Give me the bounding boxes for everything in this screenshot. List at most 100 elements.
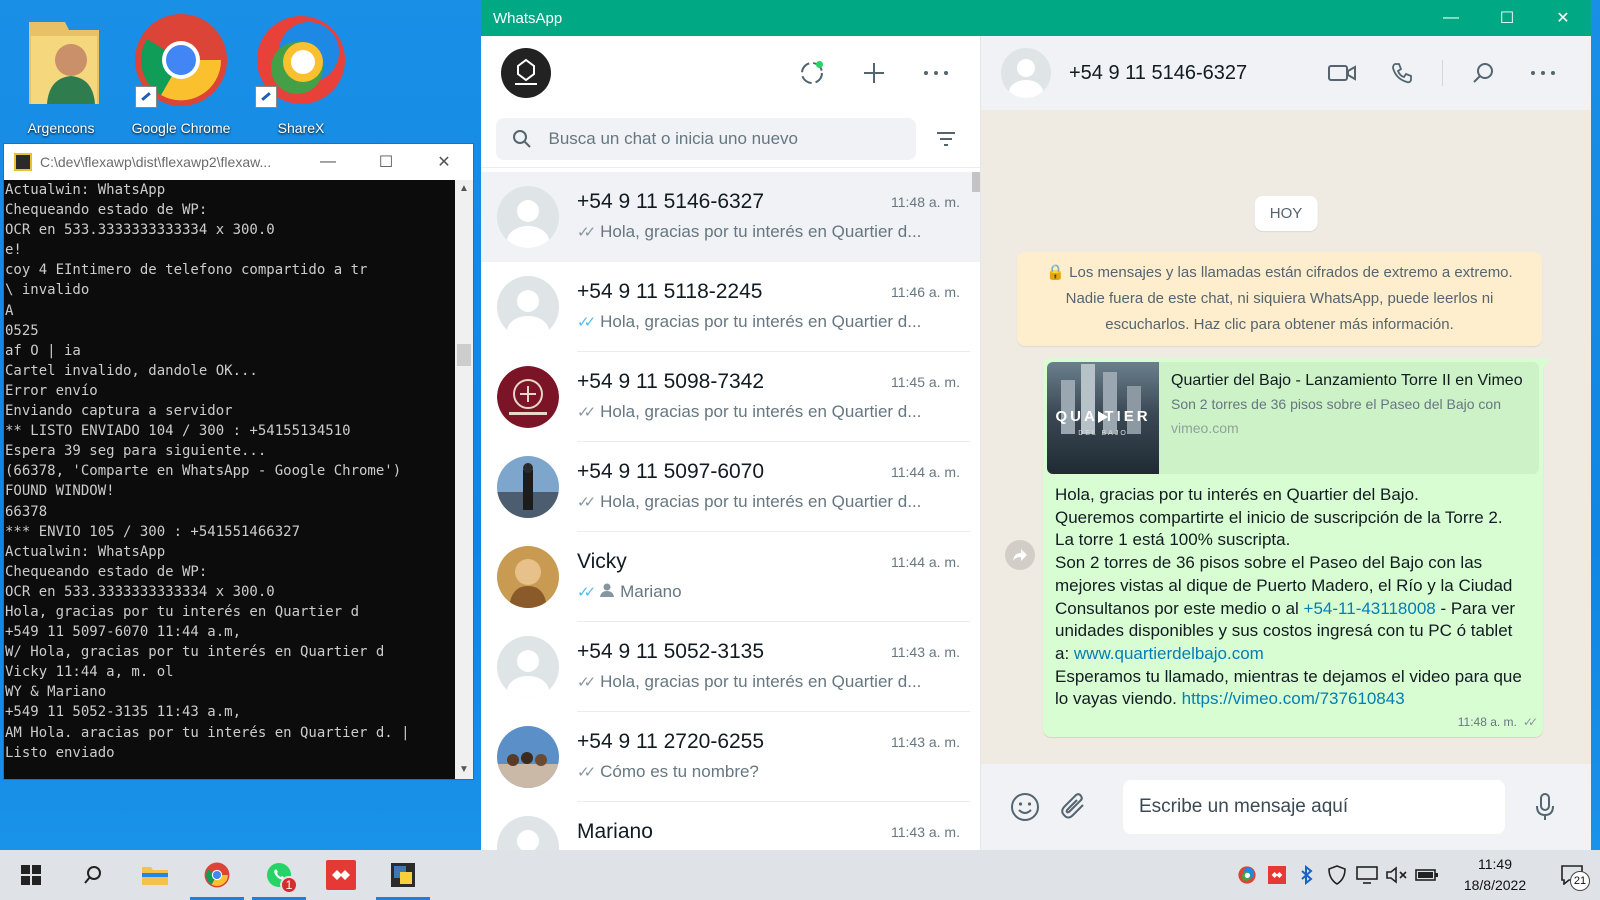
minimize-button[interactable]: —	[299, 144, 357, 180]
chat-name: Vicky	[577, 550, 627, 573]
chat-list-item[interactable]: +54 9 11 5097-6070 11:44 a. m. ✓✓ Hola, gra…	[481, 442, 980, 532]
security-shield-icon[interactable]	[1322, 865, 1352, 885]
tray-chrome-icon[interactable]	[1232, 866, 1262, 884]
chat-time: 11:43 a. m.	[890, 644, 960, 660]
message-area[interactable]: HOY 🔒 Los mensajes y las llamadas están …	[981, 110, 1591, 764]
chat-list-item[interactable]: +54 9 11 2720-6255 11:43 a. m. ✓✓ Cómo es t…	[481, 712, 980, 802]
microphone-icon[interactable]	[1525, 787, 1565, 827]
phone-link[interactable]: +54-11-43118008	[1304, 599, 1436, 618]
network-icon[interactable]	[1352, 866, 1382, 884]
taskbar-python-console-icon[interactable]	[372, 850, 434, 900]
message-line: Son 2 torres de 36 pisos sobre el Paseo …	[1055, 553, 1513, 595]
bluetooth-icon[interactable]	[1292, 865, 1322, 885]
console-line: e!	[5, 242, 22, 259]
new-chat-icon[interactable]	[856, 55, 892, 91]
console-line: AM Hola. aracias por tu interés en Quart…	[5, 724, 410, 741]
search-icon	[496, 129, 549, 149]
chat-preview: ✓✓ Hola, gracias por tu interés en Quarti…	[577, 492, 921, 512]
console-titlebar[interactable]: C:\dev\flexawp\dist\flexawp2\flexaw... —…	[4, 144, 473, 180]
chat-avatar	[497, 636, 559, 698]
console-line: Vicky 11:44 a, m. ol	[5, 664, 174, 681]
voice-call-icon[interactable]	[1372, 61, 1432, 85]
desktop-icon-google-chrome[interactable]: Google Chrome	[126, 8, 236, 136]
link-preview-title: Quartier del Bajo - Lanzamiento Torre II…	[1171, 372, 1523, 389]
system-clock[interactable]: 11:49 18/8/2022	[1446, 854, 1544, 896]
chrome-icon	[133, 12, 229, 108]
console-scrollbar[interactable]: ▲ ▼	[455, 180, 473, 779]
delivered-check-icon: ✓✓	[577, 764, 596, 781]
volume-muted-icon[interactable]	[1382, 866, 1412, 884]
outgoing-message-bubble[interactable]: QUA TIER DEL BAJO Quartier del Bajo - La…	[1043, 358, 1551, 738]
contact-name[interactable]: +54 9 11 5146-6327	[1069, 62, 1247, 85]
taskbar-search-icon[interactable]	[62, 850, 124, 900]
desktop-icon-argencons[interactable]: Argencons	[6, 8, 116, 136]
message-input-box[interactable]	[1123, 780, 1505, 834]
conversation-header[interactable]: +54 9 11 5146-6327	[981, 36, 1591, 110]
file-explorer-icon[interactable]	[124, 850, 186, 900]
chat-list-item[interactable]: +54 9 11 5052-3135 11:43 a. m. ✓✓ Hola, gra…	[481, 622, 980, 712]
taskbar-chrome-icon[interactable]	[186, 850, 248, 900]
close-button[interactable]: ✕	[415, 144, 473, 180]
desktop-icon-sharex[interactable]: ShareX	[246, 8, 356, 136]
status-unread-dot	[816, 61, 823, 68]
message-line: Esperamos tu llamado, mientras te dejamo…	[1055, 666, 1531, 711]
link-preview[interactable]: QUA TIER DEL BAJO Quartier del Bajo - La…	[1047, 362, 1539, 474]
status-icon[interactable]	[794, 55, 830, 91]
chat-list-item[interactable]: Vicky 11:44 a. m. ✓✓ Mariano	[481, 532, 980, 622]
emoji-icon[interactable]	[1005, 787, 1045, 827]
filter-icon[interactable]	[926, 131, 966, 147]
search-input[interactable]	[548, 128, 916, 149]
delivered-check-icon: ✓✓	[577, 494, 596, 511]
website-link[interactable]: www.quartierdelbajo.com	[1074, 644, 1264, 663]
video-link[interactable]: https://vimeo.com/737610843	[1182, 689, 1405, 708]
chat-list-scrollbar[interactable]	[972, 172, 980, 192]
scroll-down-arrow-icon[interactable]: ▼	[455, 761, 473, 779]
minimize-button[interactable]: —	[1423, 0, 1479, 36]
attach-icon[interactable]	[1055, 787, 1095, 827]
taskbar-whatsapp-icon[interactable]: 1	[248, 850, 310, 900]
chat-list-item[interactable]: +54 9 11 5098-7342 11:45 a. m. ✓✓ Hola, gra…	[481, 352, 980, 442]
forward-icon[interactable]	[1005, 540, 1035, 570]
delivered-check-icon: ✓✓	[577, 224, 596, 241]
tray-anydesk-icon[interactable]	[1262, 866, 1292, 884]
start-button[interactable]	[0, 850, 62, 900]
scroll-up-arrow-icon[interactable]: ▲	[455, 180, 473, 198]
whatsapp-titlebar[interactable]: WhatsApp — ☐ ✕	[481, 0, 1591, 36]
console-line: WY & Mariano	[5, 684, 107, 701]
console-line: Cartel invalido, dandole OK...	[5, 362, 258, 379]
console-title: C:\dev\flexawp\dist\flexawp2\flexaw...	[40, 154, 272, 170]
console-line: Actualwin: WhatsApp	[5, 543, 166, 560]
console-window[interactable]: C:\dev\flexawp\dist\flexawp2\flexaw... —…	[3, 143, 474, 780]
maximize-button[interactable]: ☐	[1479, 0, 1535, 36]
chat-list-item[interactable]: Mariano 11:43 a. m.	[481, 802, 980, 850]
search-box[interactable]	[496, 117, 916, 160]
taskbar: 1 11:49 18/8/2022 21	[0, 850, 1600, 900]
message-line: Hola, gracias por tu interés en Quartier…	[1055, 485, 1419, 504]
taskbar-anydesk-icon[interactable]	[310, 850, 372, 900]
search-messages-icon[interactable]	[1453, 62, 1513, 84]
console-output-area[interactable]: Actualwin: WhatsApp Chequeando estado de …	[4, 180, 473, 779]
console-line: coy 4 EIntimero de telefono compartido a…	[5, 262, 368, 279]
message-input[interactable]	[1139, 796, 1505, 818]
contact-avatar[interactable]	[1001, 48, 1051, 98]
chat-preview: ✓✓ Hola, gracias por tu interés en Quarti…	[577, 222, 921, 242]
python-app-icon	[14, 153, 32, 171]
chat-list-item[interactable]: +54 9 11 5146-6327 11:48 a. m. ✓✓ Hola, gra…	[481, 172, 980, 262]
video-call-icon[interactable]	[1312, 64, 1372, 82]
encryption-notice[interactable]: 🔒 Los mensajes y las llamadas están cifr…	[1017, 252, 1542, 346]
scrollbar-thumb[interactable]	[457, 344, 471, 366]
profile-avatar[interactable]	[501, 48, 551, 98]
menu-more-icon[interactable]	[918, 55, 954, 91]
close-button[interactable]: ✕	[1535, 0, 1591, 36]
maximize-button[interactable]: ☐	[357, 144, 415, 180]
notification-count-badge: 21	[1570, 871, 1590, 891]
encryption-notice-text: Los mensajes y las llamadas están cifrad…	[1065, 264, 1513, 333]
chat-list-item[interactable]: +54 9 11 5118-2245 11:46 a. m. ✓✓ Hola, gra…	[481, 262, 980, 352]
conversation-menu-icon[interactable]	[1513, 70, 1573, 76]
notification-center-icon[interactable]: 21	[1544, 850, 1600, 900]
conversation-panel: +54 9 11 5146-6327 HOY 🔒 Los mensajes y …	[981, 36, 1591, 850]
chat-preview-text: Hola, gracias por tu interés en Quartier…	[600, 222, 922, 241]
battery-icon[interactable]	[1412, 868, 1442, 882]
console-output: Actualwin: WhatsApp Chequeando estado de …	[4, 180, 455, 779]
delivered-check-icon: ✓✓	[577, 674, 596, 691]
